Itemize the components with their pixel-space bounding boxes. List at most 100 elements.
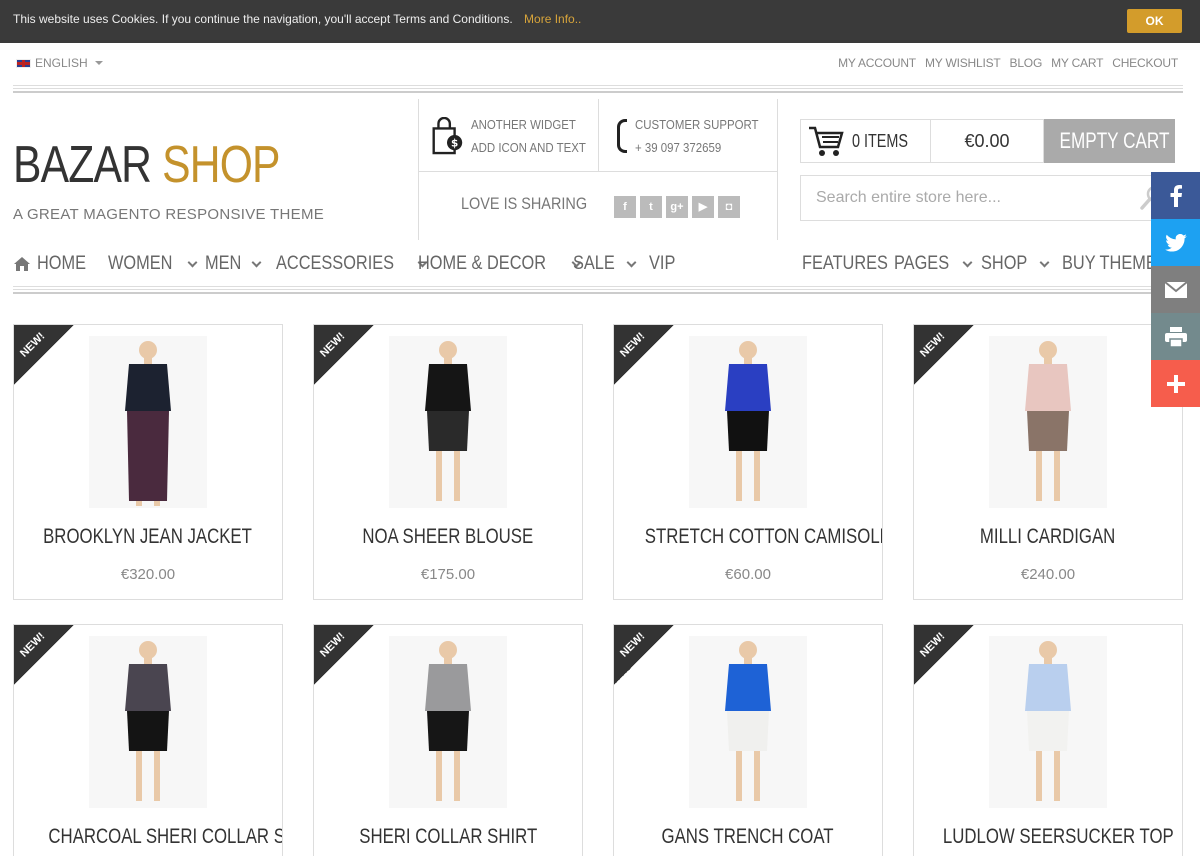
checkout-link[interactable]: CHECKOUT: [1112, 56, 1178, 70]
nav-men[interactable]: MEN: [205, 253, 262, 275]
facebook-icon[interactable]: f: [614, 196, 636, 218]
nav-home-label: HOME: [37, 253, 87, 274]
main-navigation: HOME WOMEN MEN ACCESSORIES HOME & DECOR …: [13, 240, 1183, 288]
shopping-cart-icon: [809, 126, 844, 156]
product-name[interactable]: STRETCH COTTON CAMISOLE: [614, 525, 882, 549]
product-name[interactable]: NOA SHEER BLOUSE: [314, 525, 582, 549]
new-badge: NEW!: [314, 625, 374, 685]
support-title: CUSTOMER SUPPORT: [635, 117, 759, 132]
new-badge-label: NEW!: [18, 330, 48, 360]
customer-support-widget: CUSTOMER SUPPORT + 39 097 372659: [617, 113, 775, 159]
language-selector[interactable]: ENGLISH: [16, 56, 103, 70]
product-price: €175.00: [420, 566, 476, 583]
nav-women[interactable]: WOMEN: [108, 253, 198, 275]
nav-home[interactable]: HOME: [13, 253, 94, 275]
product-card[interactable]: NEW! STRETCH COTTON CAMISOLE €60.00: [613, 324, 883, 600]
product-card[interactable]: NEW! MILLI CARDIGAN €240.00: [913, 324, 1183, 600]
share-twitter-button[interactable]: [1151, 219, 1200, 266]
header-divider: [13, 85, 1183, 93]
product-name-text: SHERI COLLAR SHIRT: [359, 825, 537, 848]
new-badge-label: NEW!: [618, 330, 648, 360]
product-card[interactable]: NEW! LUDLOW SEERSUCKER TOP: [913, 624, 1183, 856]
top-bar: ENGLISH MY ACCOUNT MY WISHLIST BLOG MY C…: [0, 43, 1200, 83]
product-card[interactable]: NEW! NOA SHEER BLOUSE €175.00: [313, 324, 583, 600]
chevron-down-icon: [962, 257, 973, 267]
product-card[interactable]: NEW! SHERI COLLAR SHIRT: [313, 624, 583, 856]
search-input[interactable]: [801, 176, 1121, 220]
site-tagline: A GREAT MAGENTO RESPONSIVE THEME: [13, 206, 325, 223]
nav-features[interactable]: FEATURES: [802, 253, 902, 275]
widget-line-2: ADD ICON AND TEXT: [471, 140, 586, 155]
empty-cart-button[interactable]: EMPTY CART: [1044, 119, 1175, 163]
nav-sale[interactable]: SALE: [573, 253, 637, 275]
nav-pages[interactable]: PAGES: [894, 253, 973, 275]
new-badge-label: NEW!: [18, 630, 48, 660]
facebook-icon: [1170, 184, 1182, 207]
product-image[interactable]: [689, 636, 807, 808]
product-name[interactable]: GANS TRENCH COAT: [614, 825, 882, 849]
product-name[interactable]: CHARCOAL SHERI COLLAR SHIRT: [14, 825, 282, 849]
share-print-button[interactable]: [1151, 313, 1200, 360]
my-wishlist-link[interactable]: MY WISHLIST: [925, 56, 1001, 70]
product-image[interactable]: [989, 636, 1107, 808]
new-badge: NEW!: [614, 625, 674, 685]
blog-link[interactable]: BLOG: [1010, 56, 1043, 70]
product-card[interactable]: NEW! CHARCOAL SHERI COLLAR SHIRT: [13, 624, 283, 856]
product-name[interactable]: SHERI COLLAR SHIRT: [314, 825, 582, 849]
cookie-ok-button[interactable]: OK: [1127, 9, 1182, 33]
plus-icon: [1166, 374, 1185, 393]
product-price: €240.00: [1020, 566, 1076, 583]
product-name[interactable]: MILLI CARDIGAN: [914, 525, 1182, 549]
product-image[interactable]: [689, 336, 807, 508]
new-badge: NEW!: [914, 625, 974, 685]
cookie-bar: This website uses Cookies. If you contin…: [0, 0, 1200, 43]
share-email-button[interactable]: [1151, 266, 1200, 313]
product-card[interactable]: NEW! BROOKLYN JEAN JACKET €320.00: [13, 324, 283, 600]
product-name[interactable]: BROOKLYN JEAN JACKET: [14, 525, 282, 549]
nav-vip[interactable]: VIP: [649, 253, 680, 275]
custom-widget: $ ANOTHER WIDGET ADD ICON AND TEXT: [431, 113, 602, 159]
logo-text-shop: SHOP: [162, 136, 280, 194]
nav-women-label: WOMEN: [108, 253, 173, 274]
site-logo[interactable]: BAZAR SHOP: [13, 135, 280, 195]
product-price: €320.00: [120, 566, 176, 583]
product-image[interactable]: [89, 336, 207, 508]
instagram-icon[interactable]: ◘: [718, 196, 740, 218]
product-card[interactable]: NEW! GANS TRENCH COAT: [613, 624, 883, 856]
widget-line-1: ANOTHER WIDGET: [471, 117, 576, 132]
chevron-down-icon: [187, 257, 198, 267]
product-image[interactable]: [389, 636, 507, 808]
my-cart-link[interactable]: MY CART: [1051, 56, 1103, 70]
share-more-button[interactable]: [1151, 360, 1200, 407]
product-image[interactable]: [989, 336, 1107, 508]
nav-accessories-label: ACCESSORIES: [276, 253, 395, 274]
cart-items-button[interactable]: 0 ITEMS: [800, 119, 931, 163]
nav-accessories[interactable]: ACCESSORIES: [276, 253, 428, 275]
new-badge-label: NEW!: [318, 330, 348, 360]
empty-cart-label: EMPTY CART: [1059, 128, 1170, 153]
my-account-link[interactable]: MY ACCOUNT: [838, 56, 916, 70]
cookie-more-info-link[interactable]: More Info..: [524, 12, 581, 26]
account-links: MY ACCOUNT MY WISHLIST BLOG MY CART CHEC…: [838, 56, 1178, 70]
product-image[interactable]: [89, 636, 207, 808]
nav-shop[interactable]: SHOP: [981, 253, 1050, 275]
google-plus-icon[interactable]: g+: [666, 196, 688, 218]
nav-shop-label: SHOP: [981, 253, 1028, 274]
product-name[interactable]: LUDLOW SEERSUCKER TOP: [914, 825, 1182, 849]
new-badge: NEW!: [614, 325, 674, 385]
love-is-sharing-label: LOVE IS SHARING: [461, 194, 588, 213]
new-badge: NEW!: [314, 325, 374, 385]
chevron-down-icon: [626, 257, 637, 267]
product-image[interactable]: [389, 336, 507, 508]
nav-buy-theme-label: BUY THEME: [1062, 253, 1157, 274]
home-icon: [14, 257, 30, 271]
product-name-text: NOA SHEER BLOUSE: [362, 525, 534, 548]
youtube-icon[interactable]: ▶: [692, 196, 714, 218]
chevron-down-icon: [1039, 257, 1050, 267]
new-badge-label: NEW!: [318, 630, 348, 660]
nav-home-decor[interactable]: HOME & DECOR: [418, 253, 582, 275]
cart-items-count: 0 ITEMS: [852, 130, 909, 151]
twitter-icon[interactable]: t: [640, 196, 662, 218]
share-facebook-button[interactable]: [1151, 172, 1200, 219]
language-label: ENGLISH: [35, 56, 88, 70]
